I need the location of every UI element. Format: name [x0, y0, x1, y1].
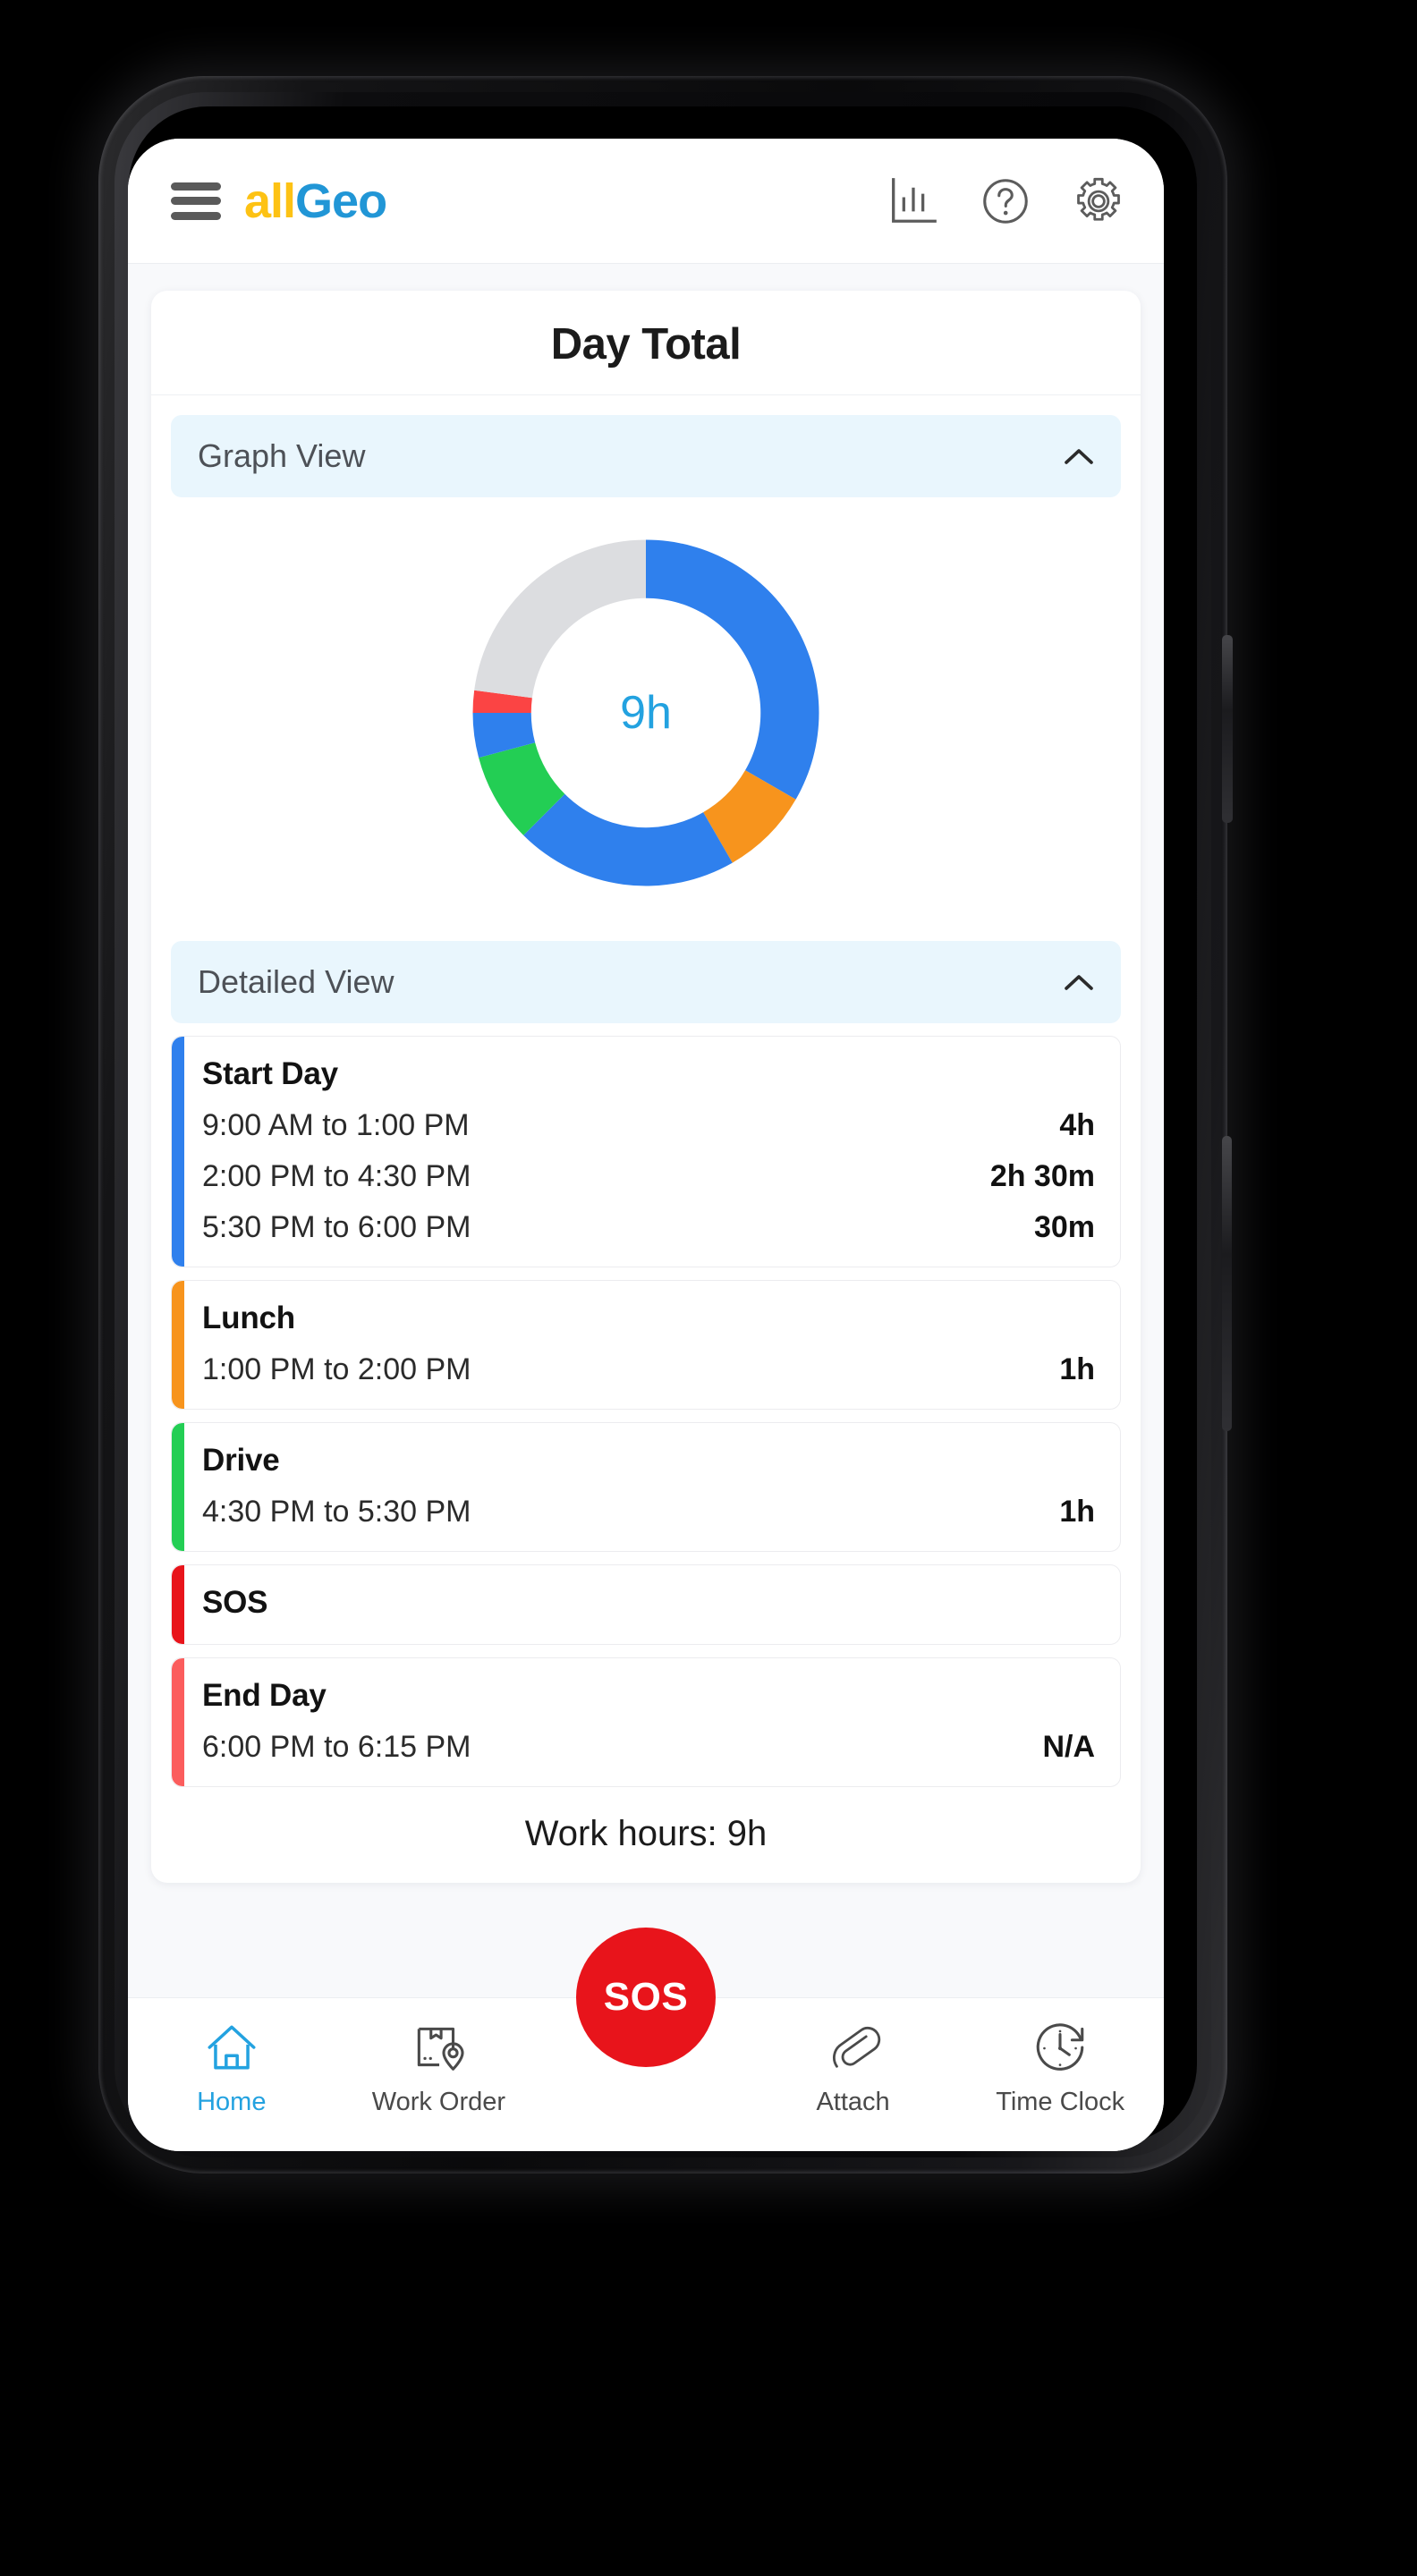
graph-view-label: Graph View: [198, 437, 366, 474]
entry-duration: 1h: [1059, 1495, 1095, 1529]
entry-time-row: 5:30 PM to 6:00 PM 30m: [202, 1210, 1095, 1245]
nav-label-work-order: Work Order: [371, 2088, 506, 2116]
power-button[interactable]: [1222, 1136, 1232, 1431]
hamburger-bar: [171, 211, 221, 220]
logo-text-geo: Geo: [295, 174, 387, 228]
entry-name: End Day: [202, 1678, 327, 1713]
detail-entry-list: Start Day 9:00 AM to 1:00 PM 4h 2:00 PM to …: [151, 1036, 1141, 1787]
entry-time-range: 5:30 PM to 6:00 PM: [202, 1210, 471, 1244]
hamburger-icon[interactable]: [171, 182, 221, 220]
entry-name: Drive: [202, 1443, 280, 1478]
app-logo: allGeo: [244, 174, 387, 228]
nav-item-home[interactable]: Home: [128, 2018, 335, 2117]
detail-entry-sos[interactable]: SOS: [171, 1564, 1121, 1645]
detail-entry-end-day[interactable]: End Day 6:00 PM to 6:15 PM N/A: [171, 1657, 1121, 1787]
chevron-up-icon: [1065, 975, 1093, 990]
entry-duration: 2h 30m: [989, 1159, 1095, 1193]
entry-time-range: 9:00 AM to 1:00 PM: [202, 1108, 470, 1142]
entry-name: Lunch: [202, 1301, 295, 1335]
entry-name: Start Day: [202, 1056, 338, 1091]
bar-chart-icon[interactable]: [885, 174, 940, 229]
app-content: Day Total Graph View 9h Detailed View St…: [128, 264, 1164, 1997]
graph-view-toggle[interactable]: Graph View: [171, 415, 1121, 497]
app-header: allGeo: [128, 139, 1164, 264]
donut-center-value: 9h: [620, 687, 672, 739]
sos-button[interactable]: SOS: [576, 1928, 716, 2067]
app-screen: allGeo Day Total Graph View 9h Detailed …: [128, 139, 1164, 2151]
entry-duration: 4h: [1059, 1108, 1095, 1142]
detailed-view-toggle[interactable]: Detailed View: [171, 941, 1121, 1023]
page-title: Day Total: [151, 291, 1141, 395]
nav-label-attach: Attach: [816, 2088, 890, 2116]
home-icon: [208, 2025, 256, 2070]
hamburger-bar: [171, 197, 221, 205]
nav-item-time-clock[interactable]: Time Clock: [956, 2018, 1164, 2117]
detailed-view-label: Detailed View: [198, 963, 395, 1000]
nav-item-work-order[interactable]: Work Order: [335, 2018, 543, 2117]
entry-time-row: 1:00 PM to 2:00 PM 1h: [202, 1352, 1095, 1387]
entry-name: SOS: [202, 1585, 268, 1620]
donut-chart-container: 9h: [151, 497, 1141, 921]
settings-gear-icon[interactable]: [1071, 174, 1126, 229]
detail-entry-start-day[interactable]: Start Day 9:00 AM to 1:00 PM 4h 2:00 PM to …: [171, 1036, 1121, 1267]
time-clock-icon: [1036, 2023, 1084, 2071]
entry-time-range: 4:30 PM to 5:30 PM: [202, 1495, 471, 1529]
logo-text-all: all: [244, 174, 296, 228]
paperclip-icon: [832, 2026, 880, 2068]
entry-time-row: 4:30 PM to 5:30 PM 1h: [202, 1495, 1095, 1530]
help-icon[interactable]: [978, 174, 1033, 229]
nav-item-attach[interactable]: Attach: [750, 2018, 957, 2117]
volume-button[interactable]: [1222, 635, 1233, 823]
entry-time-row: 9:00 AM to 1:00 PM 4h: [202, 1108, 1095, 1143]
entry-time-range: 6:00 PM to 6:15 PM: [202, 1730, 471, 1764]
screenshot-stage: allGeo Day Total Graph View 9h Detailed …: [0, 0, 1417, 2576]
day-total-donut-chart: 9h: [445, 512, 847, 914]
entry-duration: N/A: [1042, 1730, 1095, 1764]
entry-time-row: 6:00 PM to 6:15 PM N/A: [202, 1730, 1095, 1765]
entry-time-range: 2:00 PM to 4:30 PM: [202, 1159, 471, 1193]
work-order-icon: [418, 2027, 464, 2071]
detail-entry-drive[interactable]: Drive 4:30 PM to 5:30 PM 1h: [171, 1422, 1121, 1552]
entry-time-row: 2:00 PM to 4:30 PM 2h 30m: [202, 1159, 1095, 1194]
detail-entry-lunch[interactable]: Lunch 1:00 PM to 2:00 PM 1h: [171, 1280, 1121, 1410]
nav-label-time-clock: Time Clock: [996, 2088, 1125, 2116]
hamburger-bar: [171, 182, 221, 191]
work-hours-total: Work hours: 9h: [524, 1814, 768, 1853]
chevron-up-icon: [1065, 449, 1093, 464]
entry-duration: 1h: [1059, 1352, 1095, 1386]
entry-time-range: 1:00 PM to 2:00 PM: [202, 1352, 471, 1386]
header-icon-group: [885, 174, 1126, 229]
day-total-card: Day Total Graph View 9h Detailed View St…: [151, 291, 1141, 1883]
nav-label-home: Home: [197, 2088, 267, 2116]
entry-duration: 30m: [1033, 1210, 1095, 1244]
